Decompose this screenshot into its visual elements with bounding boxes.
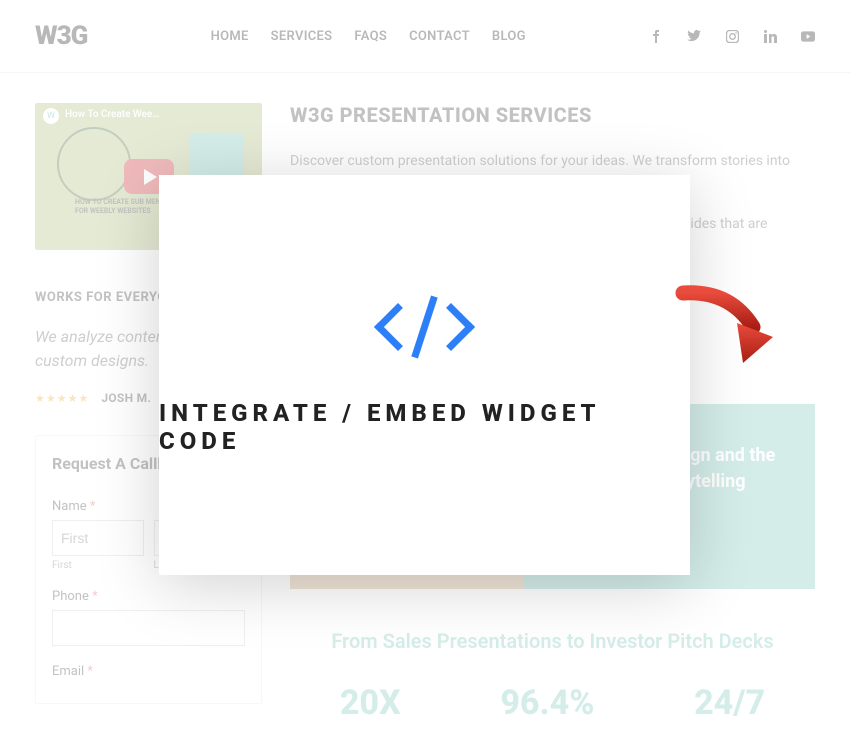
attention-arrow-icon: [675, 285, 785, 375]
embed-widget-modal: INTEGRATE / EMBED WIDGET CODE: [159, 175, 690, 575]
modal-title: INTEGRATE / EMBED WIDGET CODE: [159, 399, 690, 455]
code-icon: [381, 295, 468, 359]
